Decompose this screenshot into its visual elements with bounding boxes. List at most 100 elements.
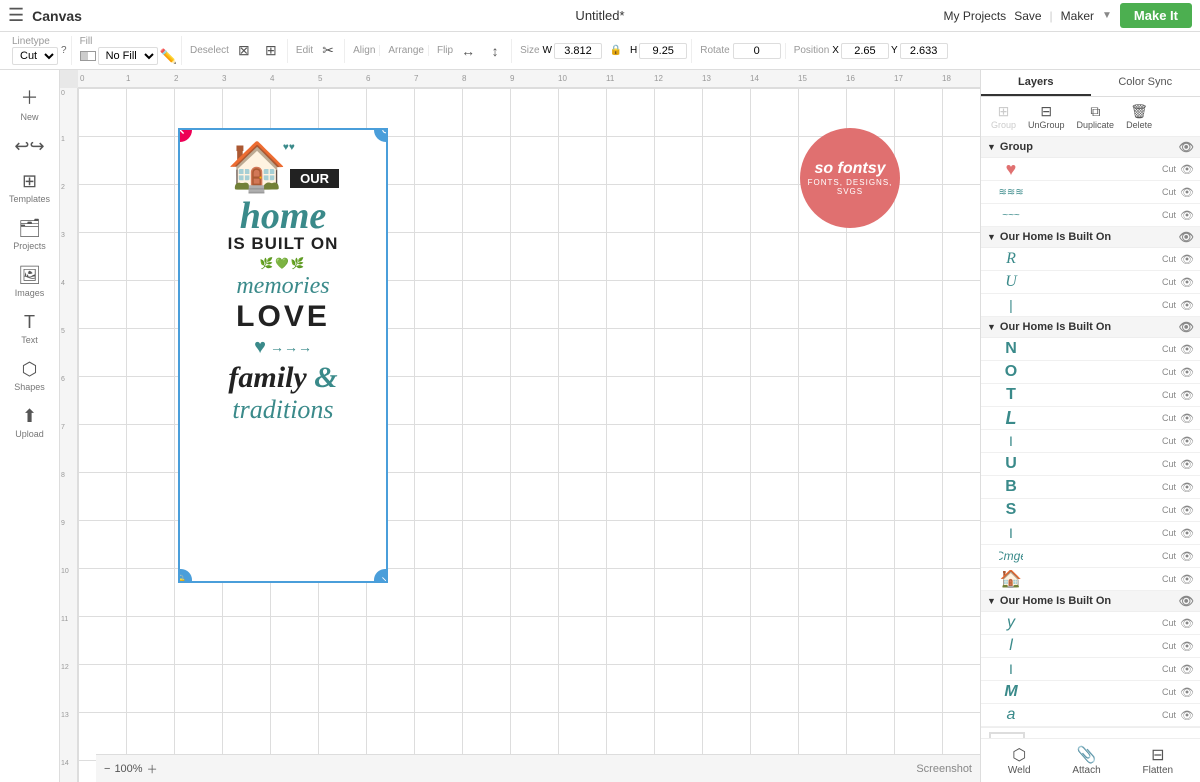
layer-item[interactable]: l Cut 👁	[981, 635, 1200, 658]
visibility-group-4[interactable]: 👁	[1179, 594, 1194, 608]
new-label: New	[20, 112, 38, 122]
layer-visibility[interactable]: 👁	[1180, 481, 1194, 494]
linetype-select[interactable]: Cut	[12, 47, 58, 65]
layer-item[interactable]: S Cut 👁	[981, 499, 1200, 522]
flip-v-button[interactable]: ↕	[483, 39, 507, 63]
layer-delete-button[interactable]: 🗑 Delete	[1122, 101, 1156, 132]
templates-tool[interactable]: ⊞ Templates	[4, 165, 56, 210]
layer-visibility[interactable]: 👁	[1180, 617, 1194, 630]
hamburger-menu[interactable]: ☰	[8, 5, 24, 26]
layer-visibility[interactable]: 👁	[1180, 209, 1194, 222]
layer-item[interactable]: L Cut 👁	[981, 407, 1200, 430]
layer-visibility[interactable]: 👁	[1180, 573, 1194, 586]
tab-color-sync[interactable]: Color Sync	[1091, 70, 1200, 96]
height-input[interactable]	[639, 43, 687, 59]
layer-item[interactable]: 🏠 Cut 👁	[981, 568, 1200, 591]
visibility-group-3[interactable]: 👁	[1179, 320, 1194, 334]
layer-group-header-2[interactable]: ▼ Our Home Is Built On 👁	[981, 227, 1200, 248]
layer-visibility[interactable]: 👁	[1180, 709, 1194, 722]
flatten-label: Flatten	[1143, 765, 1174, 776]
layer-item[interactable]: B Cut 👁	[981, 476, 1200, 499]
layer-item[interactable]: Cmge Cut 👁	[981, 545, 1200, 568]
layer-visibility[interactable]: 👁	[1180, 163, 1194, 176]
tab-layers[interactable]: Layers	[981, 70, 1091, 96]
text-tool[interactable]: T Text	[4, 306, 56, 351]
layer-item[interactable]: a Cut 👁	[981, 704, 1200, 727]
deselect-button[interactable]: ⊠	[232, 39, 256, 63]
images-tool[interactable]: 🖼 Images	[4, 259, 56, 304]
layer-visibility[interactable]: 👁	[1180, 299, 1194, 312]
layer-item[interactable]: ~~~ Cut 👁	[981, 204, 1200, 227]
layer-visibility[interactable]: 👁	[1180, 686, 1194, 699]
upload-tool[interactable]: ⬆ Upload	[4, 400, 56, 445]
projects-tool[interactable]: 🗂 Projects	[4, 212, 56, 257]
layer-group-header-3[interactable]: ▼ Our Home Is Built On 👁	[981, 317, 1200, 338]
layer-visibility[interactable]: 👁	[1180, 663, 1194, 676]
attach-button[interactable]: 📎 Attach	[1072, 745, 1100, 776]
flatten-button[interactable]: ⊟ Flatten	[1143, 745, 1174, 776]
layer-group-header-4[interactable]: ▼ Our Home Is Built On 👁	[981, 591, 1200, 612]
visibility-group-2[interactable]: 👁	[1179, 230, 1194, 244]
layer-visibility[interactable]: 👁	[1180, 550, 1194, 563]
layer-visibility[interactable]: 👁	[1180, 276, 1194, 289]
resize-bottom-left[interactable]: 🔒	[178, 569, 192, 583]
new-tool[interactable]: ＋ New	[4, 78, 56, 128]
x-input[interactable]	[841, 43, 889, 59]
fill-select[interactable]: No Fill	[98, 47, 158, 65]
fill-color-swatch[interactable]	[80, 51, 96, 61]
right-bottom: ⬡ Weld 📎 Attach ⊟ Flatten	[981, 738, 1200, 782]
layer-item[interactable]: ≋≋≋ Cut 👁	[981, 181, 1200, 204]
layer-item[interactable]: R Cut 👁	[981, 248, 1200, 271]
layer-visibility[interactable]: 👁	[1180, 458, 1194, 471]
maker-dropdown[interactable]: Maker	[1061, 9, 1094, 23]
y-input[interactable]	[900, 43, 948, 59]
layer-item[interactable]: y Cut 👁	[981, 612, 1200, 635]
layer-item[interactable]: U Cut 👁	[981, 453, 1200, 476]
layer-item[interactable]: O Cut 👁	[981, 361, 1200, 384]
layer-item[interactable]: I Cut 👁	[981, 522, 1200, 545]
layer-duplicate-button[interactable]: ⧉ Duplicate	[1073, 101, 1119, 132]
layer-item[interactable]: I Cut 👁	[981, 658, 1200, 681]
layer-visibility[interactable]: 👁	[1180, 186, 1194, 199]
layer-ungroup-button[interactable]: ⊟ UnGroup	[1024, 101, 1069, 132]
design-element[interactable]: ✕ ↺ 3.812" 9.25" 🔒 ↘ 🏠 ♥♥ OUR home IS BU…	[178, 128, 388, 583]
layer-visibility[interactable]: 👁	[1180, 366, 1194, 379]
flip-h-button[interactable]: ↔	[456, 39, 480, 63]
weld-button[interactable]: ⬡ Weld	[1008, 745, 1031, 776]
save-button[interactable]: Save	[1014, 9, 1041, 23]
canvas-area[interactable]: 0 1 2 3 4 5 6 7 8 9 10 11 12 13 14 15 16…	[60, 70, 980, 782]
layer-item[interactable]: T Cut 👁	[981, 384, 1200, 407]
canvas-background[interactable]: ✕ ↺ 3.812" 9.25" 🔒 ↘ 🏠 ♥♥ OUR home IS BU…	[78, 88, 980, 782]
layer-thumb: I	[999, 524, 1023, 542]
layer-item[interactable]: I Cut 👁	[981, 430, 1200, 453]
layer-group-header-1[interactable]: ▼ Group 👁	[981, 137, 1200, 158]
layer-item[interactable]: U Cut 👁	[981, 271, 1200, 294]
rotate-input[interactable]	[733, 43, 781, 59]
zoom-in-icon[interactable]: ＋	[147, 761, 158, 777]
layer-visibility[interactable]: 👁	[1180, 343, 1194, 356]
layer-visibility[interactable]: 👁	[1180, 253, 1194, 266]
lock-proportions-button[interactable]: 🔒	[604, 39, 628, 63]
layer-visibility[interactable]: 👁	[1180, 640, 1194, 653]
width-input[interactable]	[554, 43, 602, 59]
zoom-out-icon[interactable]: −	[104, 763, 110, 775]
visibility-group-1[interactable]: 👁	[1179, 140, 1194, 154]
layer-group-button[interactable]: ⊞ Group	[987, 101, 1020, 132]
undo-redo-tool[interactable]: ↩↪	[4, 130, 56, 163]
layer-item[interactable]: M Cut 👁	[981, 681, 1200, 704]
layer-item[interactable]: ♥ Cut 👁	[981, 158, 1200, 181]
layer-item[interactable]: N Cut 👁	[981, 338, 1200, 361]
layer-visibility[interactable]: 👁	[1180, 389, 1194, 402]
my-projects-link[interactable]: My Projects	[944, 9, 1007, 23]
shapes-tool[interactable]: ⬡ Shapes	[4, 353, 56, 398]
layer-visibility[interactable]: 👁	[1180, 504, 1194, 517]
resize-bottom-right[interactable]: ↘	[374, 569, 388, 583]
layer-visibility[interactable]: 👁	[1180, 435, 1194, 448]
zoom-control[interactable]: − 100% ＋	[104, 761, 158, 777]
layer-item[interactable]: | Cut 👁	[981, 294, 1200, 317]
deselect2-button[interactable]: ⊞	[259, 39, 283, 63]
make-it-button[interactable]: Make It	[1120, 3, 1192, 28]
edit-button[interactable]: ✂	[316, 39, 340, 63]
layer-visibility[interactable]: 👁	[1180, 527, 1194, 540]
layer-visibility[interactable]: 👁	[1180, 412, 1194, 425]
